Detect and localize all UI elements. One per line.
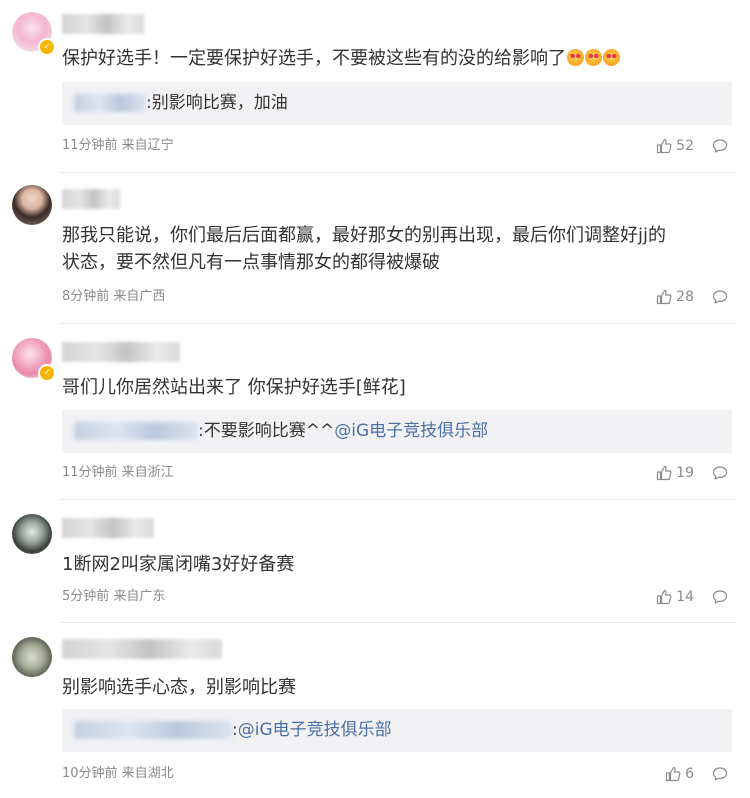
- mention-link[interactable]: @iG电子竞技俱乐部: [334, 421, 488, 441]
- comment-bubble-icon[interactable]: [712, 289, 728, 305]
- comment-item: 1断网2叫家属闭嘴3好好备赛 5分钟前 来自广东 14: [0, 500, 750, 622]
- reply-author[interactable]: [74, 94, 146, 112]
- comment-actions: 19: [656, 463, 728, 483]
- reply-preview[interactable]: :不要影响比赛^^@iG电子竞技俱乐部: [62, 410, 732, 453]
- mention-link[interactable]: @iG电子竞技俱乐部: [238, 720, 392, 740]
- comment-bubble-icon[interactable]: [712, 589, 728, 605]
- reply-author[interactable]: [74, 422, 198, 440]
- comment-text: 保护好选手！一定要保护好选手，不要被这些有的没的给影响了: [62, 45, 730, 72]
- comment-item: 别影响选手心态，别影响比赛 :@iG电子竞技俱乐部 10分钟前 来自湖北 6: [0, 623, 750, 798]
- comment-item: ✓ 保护好选手！一定要保护好选手，不要被这些有的没的给影响了 :别影响比赛，加油…: [0, 0, 750, 172]
- emoji-icon: [585, 49, 602, 66]
- reply-author[interactable]: [74, 721, 232, 739]
- avatar[interactable]: [12, 514, 54, 556]
- comment-actions: 52: [656, 136, 728, 156]
- comment-meta: 10分钟前 来自湖北: [62, 766, 174, 781]
- like-count: 52: [676, 138, 694, 154]
- comment-meta: 5分钟前 来自广东: [62, 589, 166, 604]
- like-count: 14: [676, 589, 694, 605]
- avatar[interactable]: ✓: [12, 12, 56, 56]
- comment-text: 1断网2叫家属闭嘴3好好备赛: [62, 554, 295, 575]
- username[interactable]: [62, 639, 222, 659]
- emoji-icon: [567, 49, 584, 66]
- comment-meta: 11分钟前 来自浙江: [62, 465, 174, 480]
- comment-actions: 6: [665, 764, 728, 784]
- thumbs-up-icon[interactable]: [656, 289, 672, 305]
- comment-bubble-icon[interactable]: [712, 138, 728, 154]
- emoji-icon: [603, 49, 620, 66]
- verified-badge-icon: ✓: [38, 364, 56, 382]
- thumbs-up-icon[interactable]: [665, 766, 681, 782]
- username[interactable]: [62, 518, 154, 538]
- comment-text: 哥们儿你居然站出来了 你保护好选手[鲜花]: [62, 377, 406, 398]
- like-count: 28: [676, 289, 694, 305]
- username[interactable]: [62, 342, 180, 362]
- thumbs-up-icon[interactable]: [656, 589, 672, 605]
- avatar[interactable]: [12, 185, 54, 227]
- comment-bubble-icon[interactable]: [712, 766, 728, 782]
- username[interactable]: [62, 14, 144, 34]
- like-count: 19: [676, 465, 694, 481]
- reply-preview[interactable]: :@iG电子竞技俱乐部: [62, 709, 732, 752]
- avatar[interactable]: [12, 637, 54, 679]
- username[interactable]: [62, 189, 120, 209]
- thumbs-up-icon[interactable]: [656, 465, 672, 481]
- comment-item: 那我只能说，你们最后后面都赢，最好那女的别再出现，最后你们调整好jj的 状态，要…: [0, 173, 750, 323]
- like-count: 6: [685, 766, 694, 782]
- verified-badge-icon: ✓: [38, 38, 56, 56]
- reply-preview[interactable]: :别影响比赛，加油: [62, 82, 732, 125]
- comment-bubble-icon[interactable]: [712, 465, 728, 481]
- comment-meta: 8分钟前 来自广西: [62, 289, 166, 304]
- comment-actions: 14: [656, 587, 728, 607]
- comment-text: 那我只能说，你们最后后面都赢，最好那女的别再出现，最后你们调整好jj的 状态，要…: [62, 225, 666, 273]
- avatar[interactable]: ✓: [12, 338, 56, 382]
- comment-meta: 11分钟前 来自辽宁: [62, 138, 174, 153]
- comment-text: 别影响选手心态，别影响比赛: [62, 677, 296, 698]
- comment-actions: 28: [656, 287, 728, 307]
- thumbs-up-icon[interactable]: [656, 138, 672, 154]
- comment-item: ✓ 哥们儿你居然站出来了 你保护好选手[鲜花] :不要影响比赛^^@iG电子竞技…: [0, 324, 750, 499]
